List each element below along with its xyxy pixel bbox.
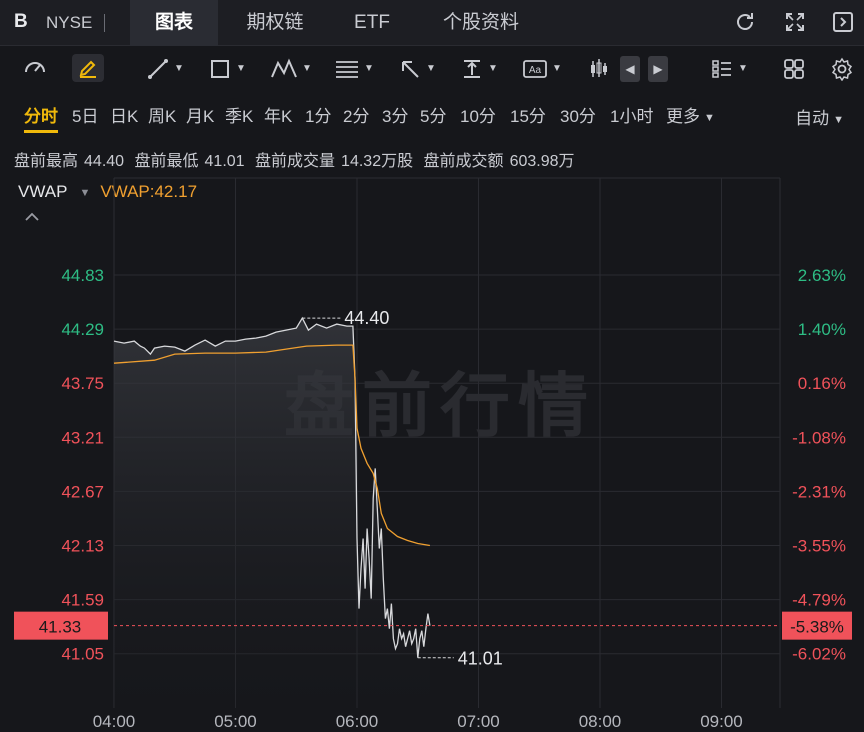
low-label: 41.01 xyxy=(458,649,503,669)
x-tick-label: 09:00 xyxy=(700,712,743,731)
y-tick-label-left: 44.83 xyxy=(61,266,104,285)
y-tick-label-right: -6.02% xyxy=(792,645,846,664)
y-tick-label-left: 41.05 xyxy=(61,645,104,664)
y-tick-label-right: 1.40% xyxy=(798,320,846,339)
y-tick-label-right: 0.16% xyxy=(798,374,846,393)
x-tick-label: 07:00 xyxy=(457,712,500,731)
current-price-value: 41.33 xyxy=(39,618,82,637)
x-tick-label: 08:00 xyxy=(579,712,622,731)
y-tick-label-left: 41.59 xyxy=(61,591,104,610)
x-tick-label: 06:00 xyxy=(336,712,379,731)
y-tick-label-right: -4.79% xyxy=(792,591,846,610)
x-tick-label: 04:00 xyxy=(93,712,136,731)
y-tick-label-left: 43.75 xyxy=(61,374,104,393)
y-tick-label-right: 2.63% xyxy=(798,266,846,285)
y-tick-label-left: 43.21 xyxy=(61,428,104,447)
x-axis-labels: 04:00 05:00 06:00 07:00 08:00 09:00 xyxy=(93,712,743,731)
intraday-chart[interactable]: 盘前行情 44.83 2.63%44.29 1.40%43.75 0.16%43.21… xyxy=(0,0,864,732)
y-tick-label-right: -1.08% xyxy=(792,428,846,447)
y-tick-label-left: 42.13 xyxy=(61,537,104,556)
y-tick-label-left: 44.29 xyxy=(61,320,104,339)
y-tick-label-right: -3.55% xyxy=(792,537,846,556)
x-tick-label: 05:00 xyxy=(214,712,257,731)
current-pct-value: -5.38% xyxy=(790,618,844,637)
y-tick-label-right: -2.31% xyxy=(792,482,846,501)
high-label: 44.40 xyxy=(344,308,389,328)
y-tick-label-left: 42.67 xyxy=(61,482,104,501)
